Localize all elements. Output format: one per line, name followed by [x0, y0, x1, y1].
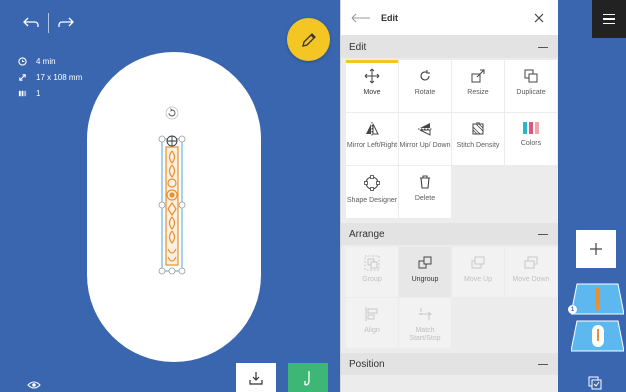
- tool-label: Mirror Left/Right: [346, 142, 398, 149]
- section-edit-header[interactable]: Edit: [341, 36, 558, 58]
- duplicate-tool[interactable]: Duplicate: [505, 60, 557, 112]
- stitch-time: 4 min: [36, 56, 56, 66]
- tool-label: Move Down: [512, 276, 550, 283]
- collapse-icon: [538, 46, 548, 48]
- colors-icon: [523, 122, 539, 134]
- move-icon: [364, 68, 380, 84]
- mirror-left-right-icon: [366, 122, 379, 136]
- plus-icon: [590, 243, 602, 255]
- section-arrange-header[interactable]: Arrange: [341, 223, 558, 245]
- group-tool[interactable]: Group: [346, 247, 398, 297]
- ungroup-tool[interactable]: Ungroup: [399, 247, 451, 297]
- redo-icon[interactable]: [55, 12, 77, 34]
- download-button[interactable]: [236, 363, 276, 392]
- tool-label: Move Up: [463, 276, 492, 283]
- back-arrow-icon[interactable]: [351, 8, 373, 28]
- tool-label: Duplicate: [516, 89, 546, 96]
- panel-header: Edit: [341, 0, 558, 36]
- tool-label: Mirror Up/ Down: [399, 142, 451, 149]
- tool-label: Resize: [467, 89, 489, 96]
- panel-title: Edit: [381, 12, 398, 23]
- tool-label: Move: [363, 89, 381, 96]
- mirror-up-down-icon: [418, 123, 432, 136]
- tool-label: Shape Designer: [346, 197, 398, 204]
- section-edit-title: Edit: [349, 41, 367, 53]
- colors-tool[interactable]: Colors: [505, 113, 557, 165]
- tool-label: Ungroup: [411, 276, 439, 283]
- empty-slot: [505, 298, 557, 348]
- add-design-button[interactable]: [576, 230, 616, 268]
- edit-panel: Edit Edit Move Rotate Resize Duplicate M…: [340, 0, 558, 392]
- stitch-density-icon: [472, 122, 484, 135]
- group-icon: [364, 255, 380, 271]
- color-count-icon: [18, 89, 32, 98]
- hamburger-menu-icon[interactable]: [592, 0, 626, 38]
- move-up-icon: [471, 256, 485, 269]
- design-size: 17 x 108 mm: [36, 72, 83, 82]
- layer-thumbnail-selected[interactable]: [570, 319, 625, 353]
- empty-slot: [505, 166, 557, 218]
- tool-label: Group: [362, 276, 382, 283]
- collapse-icon: [538, 233, 548, 235]
- section-position-title: Position: [349, 358, 385, 370]
- stitch-density-tool[interactable]: Stitch Density: [452, 113, 504, 165]
- floral-embroidery: [165, 146, 179, 266]
- color-count: 1: [36, 88, 41, 98]
- mirror-left-right-tool[interactable]: Mirror Left/Right: [346, 113, 398, 165]
- move-up-tool[interactable]: Move Up: [452, 247, 504, 297]
- empty-slot: [452, 166, 504, 218]
- move-down-icon: [524, 256, 538, 269]
- tool-label: Delete: [414, 195, 436, 202]
- move-down-tool[interactable]: Move Down: [505, 247, 557, 297]
- duplicate-icon: [524, 69, 538, 83]
- move-tool[interactable]: Move: [346, 60, 398, 112]
- design-info: 4 min 17 x 108 mm 1: [18, 53, 82, 101]
- ungroup-icon: [418, 256, 432, 269]
- move-crosshair-icon: [166, 135, 178, 147]
- align-tool[interactable]: Align: [346, 298, 398, 348]
- collapse-icon: [538, 363, 548, 365]
- dimensions-icon: [18, 73, 32, 82]
- resize-icon: [471, 69, 485, 83]
- design-canvas[interactable]: 4 min 17 x 108 mm 1: [0, 0, 340, 392]
- stitch-out-button[interactable]: [288, 363, 328, 392]
- download-icon: [249, 371, 263, 385]
- rotate-tool[interactable]: Rotate: [399, 60, 451, 112]
- match-start-stop-icon: [419, 308, 432, 320]
- tool-label: Match Start/Stop: [409, 327, 441, 342]
- divider: [48, 13, 49, 33]
- tool-label: Colors: [520, 140, 542, 147]
- section-arrange-title: Arrange: [349, 228, 385, 240]
- clock-icon: [18, 56, 32, 66]
- pencil-icon: [301, 32, 316, 47]
- edit-tools-grid: Move Rotate Resize Duplicate Mirror Left…: [341, 58, 558, 218]
- match-start-stop-tool[interactable]: Match Start/Stop: [399, 298, 451, 348]
- resize-tool[interactable]: Resize: [452, 60, 504, 112]
- close-icon[interactable]: [530, 9, 548, 27]
- arrange-tools-grid: Group Ungroup Move Up Move Down Align Ma…: [341, 245, 558, 348]
- layers-icon[interactable]: [587, 375, 603, 392]
- section-position-header[interactable]: Position: [341, 353, 558, 375]
- delete-icon: [420, 175, 430, 189]
- shape-designer-tool[interactable]: Shape Designer: [346, 166, 398, 218]
- tool-label: Stitch Density: [456, 142, 500, 149]
- preview-eye-icon[interactable]: [27, 377, 41, 392]
- layer-badge: 1: [568, 305, 577, 314]
- needle-icon: [304, 370, 310, 386]
- tool-label: Rotate: [414, 89, 436, 96]
- delete-tool[interactable]: Delete: [399, 166, 451, 218]
- rotate-handle-icon: [165, 106, 179, 120]
- rotate-icon: [420, 70, 430, 81]
- shape-designer-icon: [364, 175, 380, 191]
- embroidery-design[interactable]: [150, 103, 196, 278]
- layer-thumbnail[interactable]: [570, 282, 625, 316]
- mirror-up-down-tool[interactable]: Mirror Up/ Down: [399, 113, 451, 165]
- undo-redo-bar: [20, 12, 77, 34]
- undo-icon[interactable]: [20, 12, 42, 34]
- align-icon: [365, 307, 378, 321]
- empty-slot: [452, 298, 504, 348]
- tool-label: Align: [364, 327, 380, 334]
- edit-pencil-button[interactable]: [287, 18, 330, 61]
